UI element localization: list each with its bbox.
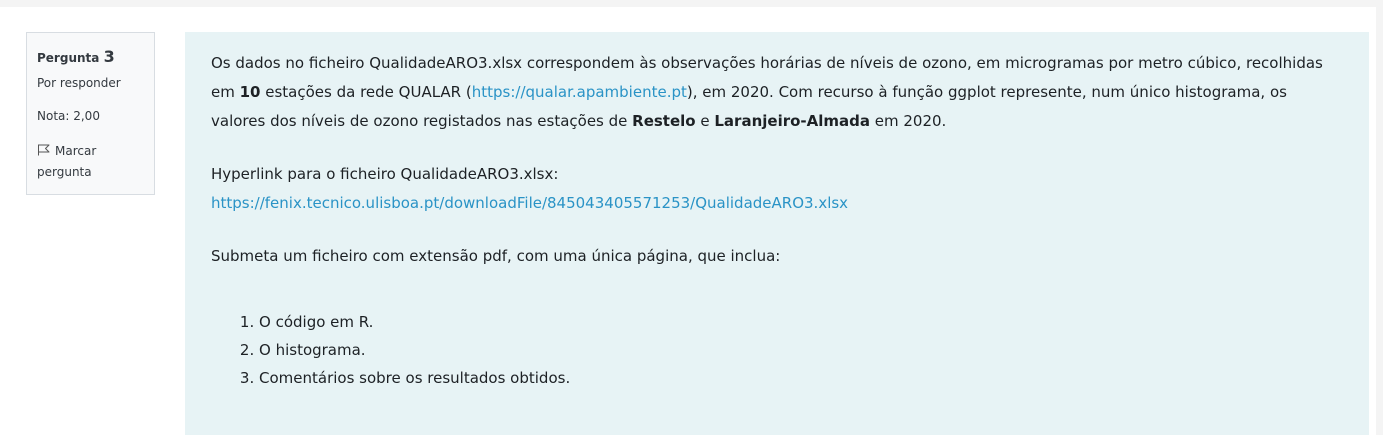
station-count: 10 — [239, 83, 261, 101]
file-download-link[interactable]: https://fenix.tecnico.ulisboa.pt/downloa… — [211, 194, 848, 212]
text-segment: em 2020. — [870, 112, 947, 130]
question-number: Pergunta 3 — [37, 45, 154, 69]
list-item: Comentários sobre os resultados obtidos. — [259, 364, 1345, 392]
qualar-link[interactable]: https://qualar.apambiente.pt — [472, 83, 687, 101]
flag-icon — [37, 142, 51, 156]
text-segment: estações da rede QUALAR ( — [260, 83, 472, 101]
question-grade: Nota: 2,00 — [37, 109, 100, 123]
question-state: Por responder — [37, 76, 121, 90]
text-segment: e — [695, 112, 715, 130]
list-item: O histograma. — [259, 336, 1345, 364]
question-label: Pergunta — [37, 51, 100, 65]
page: Pergunta 3 Por responder Nota: 2,00 Marc… — [0, 7, 1376, 435]
station-restelo: Restelo — [632, 112, 696, 130]
question-paragraph: Os dados no ficheiro QualidadeARO3.xlsx … — [211, 49, 1345, 136]
question-content: Os dados no ficheiro QualidadeARO3.xlsx … — [185, 32, 1369, 435]
list-item: O código em R. — [259, 308, 1345, 336]
question-info-panel: Pergunta 3 Por responder Nota: 2,00 Marc… — [26, 32, 155, 195]
flag-question-link[interactable]: Marcar pergunta — [37, 141, 154, 183]
hyperlink-label: Hyperlink para o ficheiro QualidadeARO3.… — [211, 165, 559, 183]
hyperlink-line: https://fenix.tecnico.ulisboa.pt/downloa… — [211, 189, 1345, 218]
question-number-value: 3 — [103, 47, 115, 66]
requirements-list: O código em R. O histograma. Comentários… — [211, 308, 1345, 392]
station-laranjeiro: Laranjeiro-Almada — [714, 112, 870, 130]
submit-instruction: Submeta um ficheiro com extensão pdf, co… — [211, 247, 781, 265]
